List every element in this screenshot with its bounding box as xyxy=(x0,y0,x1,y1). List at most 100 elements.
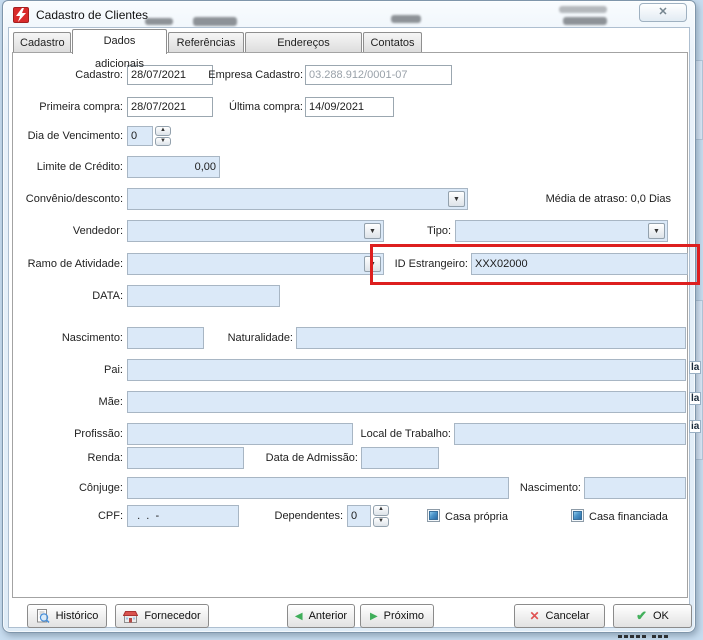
spin-down-icon[interactable]: ▼ xyxy=(373,517,389,528)
renda-label: Renda: xyxy=(10,452,123,466)
chevron-down-icon[interactable]: ▼ xyxy=(648,223,665,239)
app-icon xyxy=(13,7,29,23)
tab-enderecos-adicionais[interactable]: Endereços adicionais xyxy=(245,32,362,53)
tab-referencias[interactable]: Referências xyxy=(168,32,244,53)
background-text-fragment: ia xyxy=(689,420,701,433)
chevron-down-icon[interactable]: ▼ xyxy=(448,191,465,207)
cancel-x-icon: ✕ xyxy=(529,609,539,623)
dia-vencimento-input[interactable] xyxy=(127,126,153,146)
cadastro-de-clientes-dialog: Cadastro de Clientes ✕ Cadastro Dados ad… xyxy=(2,0,696,633)
fornecedor-button-label: Fornecedor xyxy=(144,610,200,622)
data-input[interactable] xyxy=(127,285,280,307)
background-artifact xyxy=(624,635,628,638)
tipo-dropdown[interactable]: ▼ xyxy=(455,220,668,242)
title-bar[interactable]: Cadastro de Clientes ✕ xyxy=(3,1,695,28)
background-artifact xyxy=(658,635,662,638)
casa-propria-label: Casa própria xyxy=(445,511,508,523)
empresa-cadastro-input xyxy=(305,65,452,85)
screen-artifact xyxy=(145,18,173,25)
historico-search-document-icon xyxy=(36,609,50,623)
tab-contatos[interactable]: Contatos xyxy=(363,32,422,53)
background-text-fragment: la xyxy=(689,361,701,374)
dependentes-spinner[interactable]: ▲ ▼ xyxy=(373,505,389,527)
casa-propria-checkbox[interactable] xyxy=(427,509,440,522)
background-artifact xyxy=(618,635,622,638)
profissao-label: Profissão: xyxy=(10,428,123,442)
vendedor-label: Vendedor: xyxy=(10,225,123,239)
arrow-left-icon: ◀ xyxy=(295,611,303,622)
convenio-desconto-label: Convênio/desconto: xyxy=(10,193,123,207)
historico-button[interactable]: Histórico xyxy=(27,604,107,628)
close-icon: ✕ xyxy=(658,6,667,18)
screen-artifact xyxy=(563,17,607,25)
cpf-label: CPF: xyxy=(10,510,123,524)
profissao-input[interactable] xyxy=(127,423,353,445)
nascimento-label: Nascimento: xyxy=(10,332,123,346)
proximo-button[interactable]: ▶ Próximo xyxy=(360,604,434,628)
background-artifact xyxy=(630,635,634,638)
red-highlight-annotation xyxy=(370,244,700,285)
cancelar-button[interactable]: ✕ Cancelar xyxy=(514,604,605,628)
limite-credito-label: Limite de Crédito: xyxy=(10,161,123,175)
local-trabalho-label: Local de Trabalho: xyxy=(349,428,451,442)
background-artifact xyxy=(642,635,646,638)
dia-vencimento-spinner[interactable]: ▲ ▼ xyxy=(155,126,171,146)
naturalidade-input[interactable] xyxy=(296,327,686,349)
convenio-desconto-dropdown[interactable]: ▼ xyxy=(127,188,468,210)
checkbox-fill-icon xyxy=(573,511,582,520)
fornecedor-building-icon xyxy=(123,610,138,623)
spin-up-icon[interactable]: ▲ xyxy=(373,505,389,516)
pai-input[interactable] xyxy=(127,359,686,381)
tab-cadastro[interactable]: Cadastro xyxy=(13,32,71,53)
tab-dados-adicionais[interactable]: Dados adicionais xyxy=(72,29,167,54)
background-artifact xyxy=(652,635,656,638)
spin-up-icon[interactable]: ▲ xyxy=(155,126,171,136)
renda-input[interactable] xyxy=(127,447,244,469)
media-atraso-text: Média de atraso: 0,0 Dias xyxy=(523,193,671,205)
local-trabalho-input[interactable] xyxy=(454,423,686,445)
arrow-right-icon: ▶ xyxy=(370,611,378,622)
conjuge-input[interactable] xyxy=(127,477,509,499)
casa-financiada-checkbox[interactable] xyxy=(571,509,584,522)
screen-artifact xyxy=(559,6,607,13)
background-artifact xyxy=(636,635,640,638)
ok-button-label: OK xyxy=(653,610,669,622)
background-text-fragment: la xyxy=(689,392,701,405)
vendedor-dropdown[interactable]: ▼ xyxy=(127,220,384,242)
casa-financiada-label: Casa financiada xyxy=(589,511,668,523)
cancelar-button-label: Cancelar xyxy=(546,610,590,622)
dia-vencimento-label: Dia de Vencimento: xyxy=(10,130,123,144)
primeira-compra-label: Primeira compra: xyxy=(10,101,123,115)
ramo-atividade-label: Ramo de Atividade: xyxy=(10,258,123,272)
data-admissao-input[interactable] xyxy=(361,447,439,469)
fornecedor-button[interactable]: Fornecedor xyxy=(115,604,209,628)
nascimento-input[interactable] xyxy=(127,327,204,349)
cpf-input[interactable] xyxy=(127,505,239,527)
ok-button[interactable]: ✔ OK xyxy=(613,604,692,628)
tipo-label: Tipo: xyxy=(371,225,451,239)
naturalidade-label: Naturalidade: xyxy=(206,332,293,346)
historico-button-label: Histórico xyxy=(56,610,99,622)
ramo-atividade-dropdown[interactable]: ▼ xyxy=(127,253,384,275)
conjuge-label: Cônjuge: xyxy=(10,482,123,496)
anterior-button-label: Anterior xyxy=(309,610,348,622)
close-button[interactable]: ✕ xyxy=(639,3,687,22)
ok-check-icon: ✔ xyxy=(636,608,647,624)
background-artifact xyxy=(664,635,668,638)
mae-label: Mãe: xyxy=(10,396,123,410)
data-label: DATA: xyxy=(10,290,123,304)
dependentes-label: Dependentes: xyxy=(256,510,343,524)
checkbox-fill-icon xyxy=(429,511,438,520)
ultima-compra-input[interactable] xyxy=(305,97,394,117)
nascimento-conjuge-input[interactable] xyxy=(584,477,686,499)
nascimento-conjuge-label: Nascimento: xyxy=(509,482,581,496)
spin-down-icon[interactable]: ▼ xyxy=(155,137,171,147)
anterior-button[interactable]: ◀ Anterior xyxy=(287,604,355,628)
dependentes-input[interactable] xyxy=(347,505,371,527)
ultima-compra-label: Última compra: xyxy=(183,101,303,115)
screen-artifact xyxy=(391,15,421,23)
mae-input[interactable] xyxy=(127,391,686,413)
screen-artifact xyxy=(193,17,237,26)
limite-credito-input[interactable] xyxy=(127,156,220,178)
empresa-cadastro-label: Empresa Cadastro: xyxy=(183,69,303,83)
